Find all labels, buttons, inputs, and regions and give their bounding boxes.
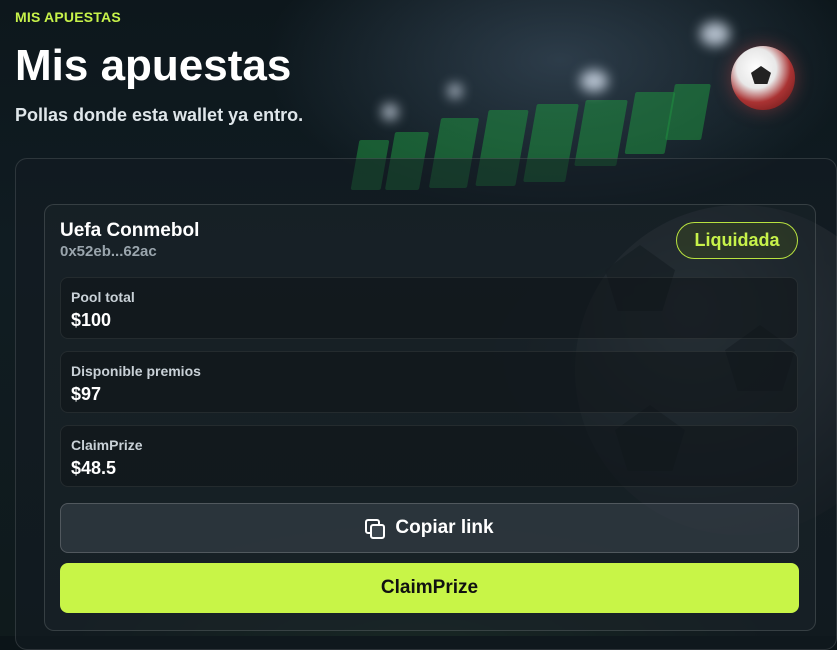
copy-link-button[interactable]: Copiar link <box>60 503 799 553</box>
stat-label: Pool total <box>71 289 135 305</box>
status-badge: Liquidada <box>676 222 798 259</box>
stat-pool-total: Pool total $100 <box>60 277 798 339</box>
stadium-light <box>382 104 398 120</box>
stat-label: Disponible premios <box>71 363 201 379</box>
stat-label: ClaimPrize <box>71 437 143 453</box>
stat-value: $97 <box>71 384 102 404</box>
stat-disponible-premios: Disponible premios $97 <box>60 351 798 413</box>
copy-link-label: Copiar link <box>395 517 494 538</box>
claim-prize-label: ClaimPrize <box>380 577 479 598</box>
soccer-ball-icon <box>731 46 795 110</box>
stadium-light <box>580 70 608 92</box>
stat-value: $48.5 <box>71 458 117 478</box>
bet-name: Uefa Conmebol <box>60 220 200 241</box>
stat-claimprize: ClaimPrize $48.5 <box>60 425 798 487</box>
section-eyebrow: MIS APUESTAS <box>15 9 121 25</box>
stadium-light <box>448 84 462 98</box>
copy-icon <box>365 519 386 539</box>
bet-address: 0x52eb...62ac <box>60 243 157 260</box>
page-title: Mis apuestas <box>15 41 292 90</box>
stadium-light <box>700 22 730 46</box>
stadium-stand <box>574 100 628 166</box>
stat-value: $100 <box>71 310 112 330</box>
page-subtitle: Pollas donde esta wallet ya entro. <box>15 105 304 125</box>
claim-prize-button[interactable]: ClaimPrize <box>60 563 799 613</box>
